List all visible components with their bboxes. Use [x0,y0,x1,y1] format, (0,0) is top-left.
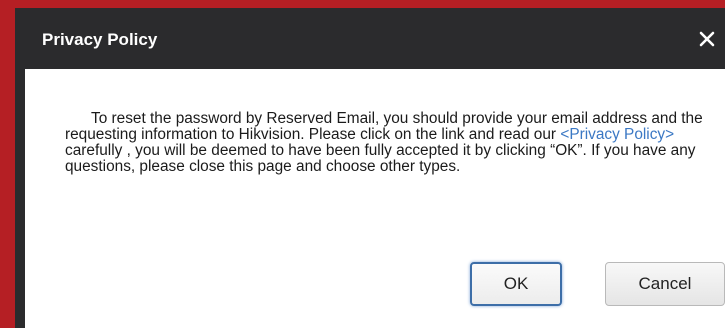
cancel-button[interactable]: Cancel [605,262,725,306]
dialog-message: To reset the password by Reserved Email,… [65,111,705,175]
privacy-policy-dialog: Privacy Policy To reset the password by … [25,8,725,328]
background-frame-shade [15,8,25,328]
message-text-part-2: carefully , you will be deemed to have b… [65,142,696,175]
close-button[interactable] [689,21,725,57]
background-frame-top [0,0,725,8]
close-icon [699,31,715,47]
screen: Privacy Policy To reset the password by … [0,0,725,328]
dialog-title-bar: Privacy Policy [25,8,725,69]
background-frame-left [0,0,15,328]
privacy-policy-link[interactable]: <Privacy Policy> [560,126,674,143]
ok-button[interactable]: OK [470,262,562,306]
dialog-title: Privacy Policy [42,30,158,49]
